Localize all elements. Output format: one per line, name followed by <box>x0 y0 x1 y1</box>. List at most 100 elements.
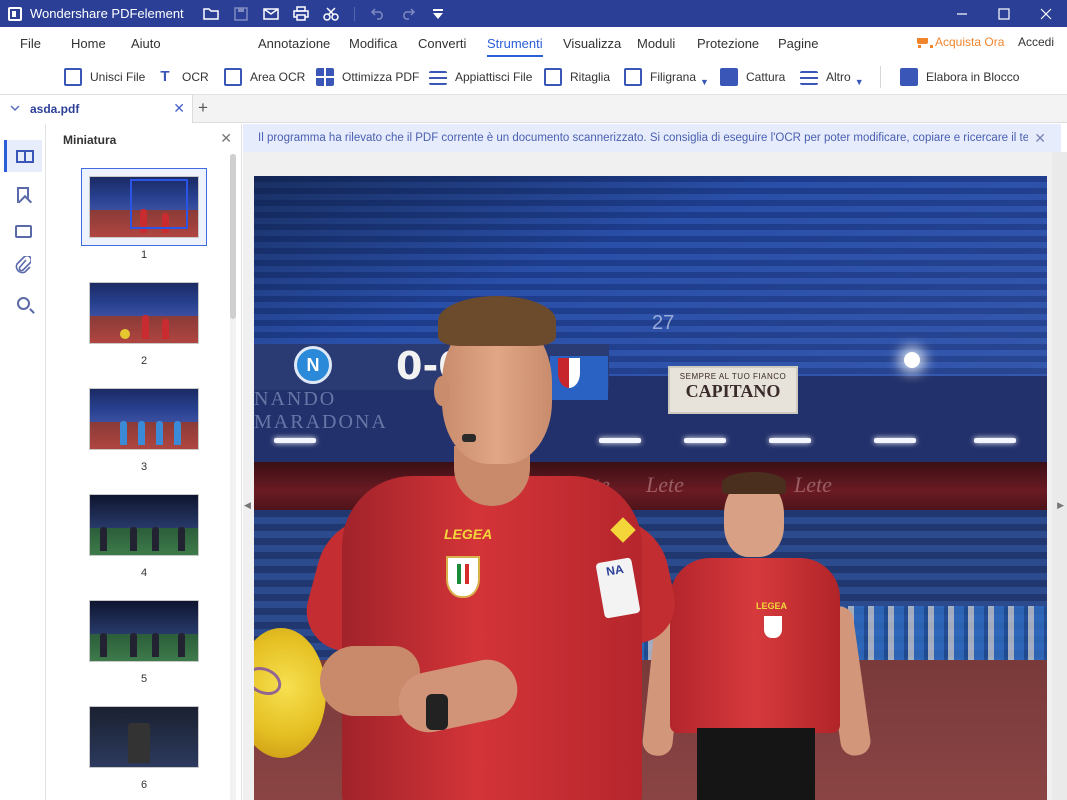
document-viewer[interactable]: ◀ ▶ 27 N 0-0 NANDO MARADONA SEMPRE AL TU… <box>243 152 1067 800</box>
login-button[interactable]: Accedi <box>1018 35 1054 49</box>
crop-button[interactable]: Ritaglia <box>544 68 610 86</box>
email-icon[interactable] <box>262 5 280 23</box>
referee <box>342 476 642 800</box>
batch-process-button[interactable]: Elabora in Blocco <box>900 68 1019 86</box>
merge-files-label: Unisci File <box>90 70 146 84</box>
menu-home[interactable]: Home <box>71 36 106 51</box>
menu-converti[interactable]: Converti <box>418 36 466 51</box>
minimize-icon[interactable] <box>941 0 983 27</box>
menu-pagine[interactable]: Pagine <box>778 36 818 51</box>
referee-badge <box>764 616 782 638</box>
cut-icon[interactable] <box>322 5 340 23</box>
undo-icon[interactable] <box>369 5 387 23</box>
page-number: 3 <box>140 461 148 473</box>
area-ocr-button[interactable]: Area OCR <box>224 68 305 86</box>
page-number: 1 <box>140 249 148 261</box>
thumbnails-icon <box>15 149 34 163</box>
app-title: Wondershare PDFelement <box>30 6 184 21</box>
menu-bar: File Home Aiuto Annotazione Modifica Con… <box>0 27 1067 59</box>
title-bar: Wondershare PDFelement <box>0 0 1067 27</box>
page-thumbnail[interactable]: 4 <box>81 486 207 579</box>
ocr-button[interactable]: T OCR <box>156 68 209 86</box>
merge-files-button[interactable]: Unisci File <box>64 68 145 86</box>
collapse-sidebar-icon[interactable]: ◀ <box>244 500 251 511</box>
more-button[interactable]: Altro ▼ <box>800 68 864 87</box>
menu-modifica[interactable]: Modifica <box>349 36 397 51</box>
crop-label: Ritaglia <box>570 70 611 84</box>
save-icon[interactable] <box>232 5 250 23</box>
sidebar-item-comments[interactable] <box>10 218 36 244</box>
comment-icon <box>14 224 32 238</box>
chevron-down-icon: ▼ <box>700 77 709 87</box>
menu-visualizza[interactable]: Visualizza <box>563 36 621 51</box>
referee-hair <box>438 296 556 346</box>
menu-aiuto[interactable]: Aiuto <box>131 36 161 51</box>
watermark-label: Filigrana <box>650 70 697 84</box>
print-icon[interactable] <box>292 5 310 23</box>
buy-now-button[interactable]: Acquista Ora <box>916 35 1004 49</box>
customize-icon[interactable] <box>429 5 447 23</box>
page-thumbnail[interactable]: 1 <box>81 168 207 261</box>
page-thumbnail[interactable]: 6 <box>81 698 207 791</box>
close-tab-icon[interactable]: ✕ <box>173 100 185 117</box>
thumbnail-image <box>89 176 199 238</box>
menu-moduli[interactable]: Moduli <box>637 36 675 51</box>
stand-number: 27 <box>652 312 675 334</box>
crop-icon <box>544 68 562 86</box>
page-number: 4 <box>140 567 148 579</box>
menu-file[interactable]: File <box>20 36 41 51</box>
page-thumbnail[interactable]: 2 <box>81 274 207 367</box>
close-banner-icon[interactable]: ✕ <box>1034 130 1046 147</box>
toolbar-separator <box>880 66 881 88</box>
expand-right-panel-icon[interactable]: ▶ <box>1057 500 1064 511</box>
thumbnail-image <box>89 706 199 768</box>
ocr-notification-text[interactable]: Il programma ha rilevato che il PDF corr… <box>258 132 1028 144</box>
flatten-file-label: Appiattisci File <box>455 70 533 84</box>
page-number: 6 <box>140 779 148 791</box>
ad-text: Lete <box>794 472 832 497</box>
capture-button[interactable]: Cattura <box>720 68 785 86</box>
menu-annotazione[interactable]: Annotazione <box>258 36 330 51</box>
close-icon[interactable] <box>1025 0 1067 27</box>
flatten-file-button[interactable]: Appiattisci File <box>429 68 532 86</box>
capture-icon <box>720 68 738 86</box>
merge-icon <box>64 68 82 86</box>
page-thumbnail[interactable]: 5 <box>81 592 207 685</box>
headset-microphone <box>462 434 476 442</box>
ocr-label: OCR <box>182 70 209 84</box>
window-controls <box>941 0 1067 27</box>
chevron-down-icon: ▼ <box>854 77 864 87</box>
sidebar-item-search[interactable] <box>10 290 36 316</box>
attachment-icon <box>15 254 33 279</box>
document-tab[interactable]: asda.pdf ✕ <box>0 95 193 123</box>
scrollbar-thumb[interactable] <box>230 154 236 319</box>
assistant-referee-hair <box>722 472 786 494</box>
maximize-icon[interactable] <box>983 0 1025 27</box>
new-tab-icon[interactable]: + <box>198 98 208 118</box>
pdf-page[interactable]: 27 N 0-0 NANDO MARADONA SEMPRE AL TUO FI… <box>254 176 1047 800</box>
sidebar-item-attachments[interactable] <box>10 254 36 280</box>
referee-ear <box>434 376 450 406</box>
thumbnail-image <box>89 494 199 556</box>
fan-banner-title: CAPITANO <box>685 381 781 401</box>
optimize-pdf-button[interactable]: Ottimizza PDF <box>316 68 419 86</box>
thumbnail-scrollbar[interactable] <box>230 154 236 800</box>
chevron-down-icon[interactable] <box>10 103 20 115</box>
menu-strumenti[interactable]: Strumenti <box>487 36 543 57</box>
sidebar-item-thumbnails[interactable] <box>4 140 42 172</box>
stadium-light <box>599 438 641 443</box>
document-tab-name: asda.pdf <box>30 102 80 116</box>
menu-protezione[interactable]: Protezione <box>697 36 759 51</box>
sidebar-item-bookmarks[interactable] <box>10 182 36 208</box>
quick-access-toolbar <box>202 5 447 23</box>
floodlight <box>904 352 920 368</box>
close-panel-icon[interactable]: ✕ <box>220 130 232 147</box>
page-thumbnail[interactable]: 3 <box>81 380 207 473</box>
ad-text: Lete <box>646 472 684 497</box>
fan-banner-subtitle: SEMPRE AL TUO FIANCO <box>679 372 787 381</box>
bologna-crest <box>550 356 608 400</box>
watermark-button[interactable]: Filigrana ▼ <box>624 68 709 87</box>
open-folder-icon[interactable] <box>202 5 220 23</box>
redo-icon[interactable] <box>399 5 417 23</box>
flatten-icon <box>429 71 447 85</box>
